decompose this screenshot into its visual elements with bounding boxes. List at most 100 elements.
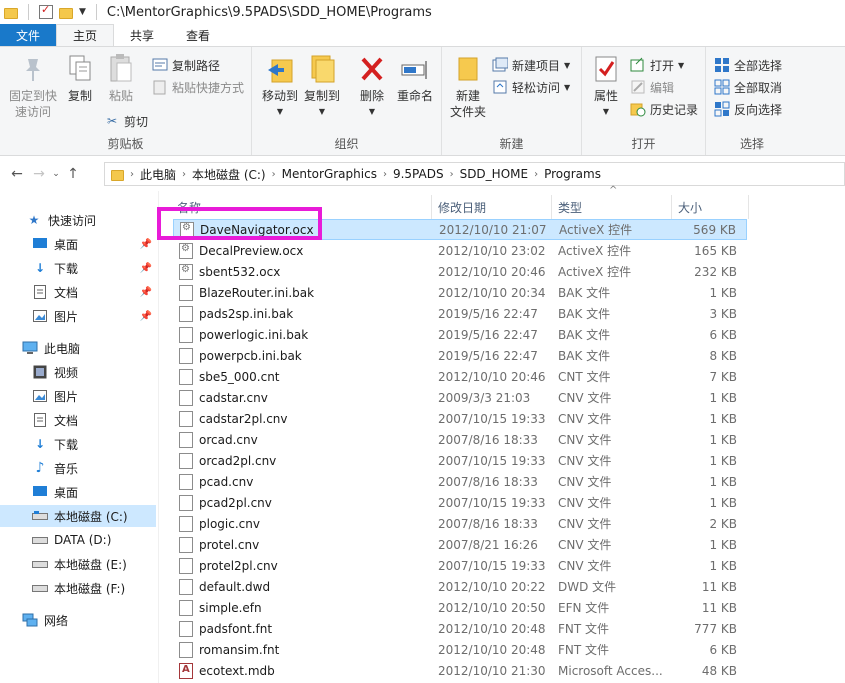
sidebar-item-local-disk-e[interactable]: 本地磁盘 (E:) [0,553,156,575]
tab-file[interactable]: 文件 [0,24,56,46]
new-item-button[interactable]: 新建项目 ▼ [492,55,570,75]
table-row[interactable]: padsfont.fnt 2012/10/10 20:48 FNT 文件 777 KB [173,618,747,639]
sidebar-item-label: 桌面 [54,485,79,500]
column-divider[interactable] [431,195,432,219]
properties-icon[interactable] [39,3,53,19]
chevron-right-icon[interactable]: › [182,169,186,180]
column-divider[interactable] [551,195,552,219]
chevron-right-icon[interactable]: › [383,169,387,180]
select-none-button[interactable]: 全部取消 [714,77,782,97]
pin-icon[interactable]: 📌 [140,263,152,274]
sidebar-item-videos[interactable]: 视频 [0,361,156,383]
column-header-date[interactable]: 修改日期 [438,195,548,219]
rename-button[interactable]: 重命名 [392,53,438,104]
column-divider[interactable] [748,195,749,219]
table-row[interactable]: orcad.cnv 2007/8/16 18:33 CNV 文件 1 KB [173,429,747,450]
copy-path-button[interactable]: 复制路径 [152,55,220,75]
sidebar-item-desktop[interactable]: 桌面 📌 [0,233,156,255]
sidebar-item-local-disk-f[interactable]: 本地磁盘 (F:) [0,577,156,599]
sidebar-item-downloads[interactable]: ↓ 下载 📌 [0,257,156,279]
new-folder-button[interactable]: 新建 文件夹 [446,53,490,120]
tab-share[interactable]: 共享 [114,24,170,46]
address-box[interactable]: › 此电脑 › 本地磁盘 (C:) › MentorGraphics › 9.5… [104,162,845,186]
open-button[interactable]: 打开 ▼ [630,55,684,75]
table-row[interactable]: protel.cnv 2007/8/21 16:26 CNV 文件 1 KB [173,534,747,555]
breadcrumb-local-disk-c[interactable]: 本地磁盘 (C:) [192,166,266,183]
cut-button[interactable]: ✂ 剪切 [104,111,148,131]
paste-shortcut-button[interactable]: 粘贴快捷方式 [152,77,244,97]
breadcrumb-sdd-home[interactable]: SDD_HOME [460,167,529,181]
move-to-button[interactable]: 移动到 ▼ [260,53,300,120]
table-row[interactable]: orcad2pl.cnv 2007/10/15 19:33 CNV 文件 1 KB [173,450,747,471]
sidebar-item-pictures-pc[interactable]: 图片 [0,385,156,407]
pin-quick-access-button[interactable]: 固定到快 速访问 [6,53,60,120]
chevron-right-icon[interactable]: › [130,169,134,180]
delete-button[interactable]: 删除 ▼ [354,53,390,120]
download-icon: ↓ [34,437,46,451]
table-row[interactable]: ecotext.mdb 2012/10/10 21:30 Microsoft Acc… [173,660,747,681]
sidebar-item-music[interactable]: ♪ 音乐 [0,457,156,479]
table-row[interactable]: romansim.fnt 2012/10/10 20:48 FNT 文件 6 KB [173,639,747,660]
sidebar-item-data-d[interactable]: DATA (D:) [0,529,156,551]
breadcrumb-mentorgraphics[interactable]: MentorGraphics [282,167,377,181]
table-row[interactable]: pads2sp.ini.bak 2019/5/16 22:47 BAK 文件 3 KB [173,303,747,324]
column-header-type[interactable]: 类型 [558,195,668,219]
sidebar-item-label: 网络 [44,613,69,628]
sidebar-item-network[interactable]: 网络 [0,609,156,631]
table-row[interactable]: default.dwd 2012/10/10 20:22 DWD 文件 11 KB [173,576,747,597]
new-folder-icon[interactable] [59,7,73,19]
history-button[interactable]: 历史记录 [630,99,698,119]
table-row[interactable]: BlazeRouter.ini.bak 2012/10/10 20:34 BAK 文… [173,282,747,303]
breadcrumb-programs[interactable]: Programs [544,167,601,181]
sidebar-item-documents-pc[interactable]: 文档 [0,409,156,431]
select-all-button[interactable]: 全部选择 [714,55,782,75]
table-row[interactable]: simple.efn 2012/10/10 20:50 EFN 文件 11 KB [173,597,747,618]
file-name: plogic.cnv [199,516,260,531]
table-row[interactable]: DecalPreview.ocx 2012/10/10 23:02 ActiveX … [173,240,747,261]
pin-icon[interactable]: 📌 [140,311,152,322]
tab-home[interactable]: 主页 [56,24,115,46]
easy-access-button[interactable]: 轻松访问 ▼ [492,77,570,97]
table-row[interactable]: protel2pl.cnv 2007/10/15 19:33 CNV 文件 1 KB [173,555,747,576]
copy-to-button[interactable]: 复制到 ▼ [302,53,342,120]
table-row[interactable]: DaveNavigator.ocx 2012/10/10 21:07 ActiveX… [173,219,747,240]
table-row[interactable]: powerpcb.ini.bak 2019/5/16 22:47 BAK 文件 8 K… [173,345,747,366]
table-row[interactable]: sbent532.ocx 2012/10/10 20:46 ActiveX 控件 23… [173,261,747,282]
invert-selection-button[interactable]: 反向选择 [714,99,782,119]
column-header-size[interactable]: 大小 [678,195,748,219]
table-row[interactable]: pcad.cnv 2007/8/16 18:33 CNV 文件 1 KB [173,471,747,492]
sidebar-item-local-disk-c[interactable]: 本地磁盘 (C:) [0,505,156,527]
chevron-right-icon[interactable]: › [272,169,276,180]
copy-button[interactable]: 复制 [62,53,98,104]
table-row[interactable]: sbe5_000.cnt 2012/10/10 20:46 CNT 文件 7 KB [173,366,747,387]
chevron-right-icon[interactable]: › [534,169,538,180]
back-arrow-icon[interactable]: ← [6,166,28,182]
tab-view[interactable]: 查看 [170,24,226,46]
pin-icon[interactable]: 📌 [140,287,152,298]
chevron-down-icon[interactable]: ▼ [79,7,86,17]
sidebar-item-this-pc[interactable]: 此电脑 [0,337,156,359]
column-header-name[interactable]: 名称 [177,195,432,219]
edit-button[interactable]: 编辑 [630,77,674,97]
sidebar-item-quick-access[interactable]: ★ 快速访问 [0,209,156,231]
sidebar-item-desktop-pc[interactable]: 桌面 [0,481,156,503]
sidebar-item-documents[interactable]: 文档 📌 [0,281,156,303]
sidebar-item-downloads-pc[interactable]: ↓ 下载 [0,433,156,455]
paste-button[interactable]: 粘贴 [102,53,140,104]
table-row[interactable]: powerlogic.ini.bak 2019/5/16 22:47 BAK 文件 6… [173,324,747,345]
chevron-right-icon[interactable]: › [450,169,454,180]
sidebar-item-pictures[interactable]: 图片 📌 [0,305,156,327]
column-divider[interactable] [671,195,672,219]
recent-locations-chevron-icon[interactable]: ⌄ [50,169,62,179]
breadcrumb-this-pc[interactable]: 此电脑 [140,166,176,183]
up-arrow-icon[interactable]: ↑ [62,166,84,182]
forward-arrow-icon[interactable]: → [28,166,50,182]
breadcrumb-9-5pads[interactable]: 9.5PADS [393,167,444,181]
pane-divider[interactable] [158,191,159,683]
table-row[interactable]: pcad2pl.cnv 2007/10/15 19:33 CNV 文件 1 KB [173,492,747,513]
pin-icon[interactable]: 📌 [140,239,152,250]
table-row[interactable]: cadstar2pl.cnv 2007/10/15 19:33 CNV 文件 1 KB [173,408,747,429]
table-row[interactable]: plogic.cnv 2007/8/16 18:33 CNV 文件 2 KB [173,513,747,534]
properties-button[interactable]: 属性 ▼ [588,53,624,120]
table-row[interactable]: cadstar.cnv 2009/3/3 21:03 CNV 文件 1 KB [173,387,747,408]
